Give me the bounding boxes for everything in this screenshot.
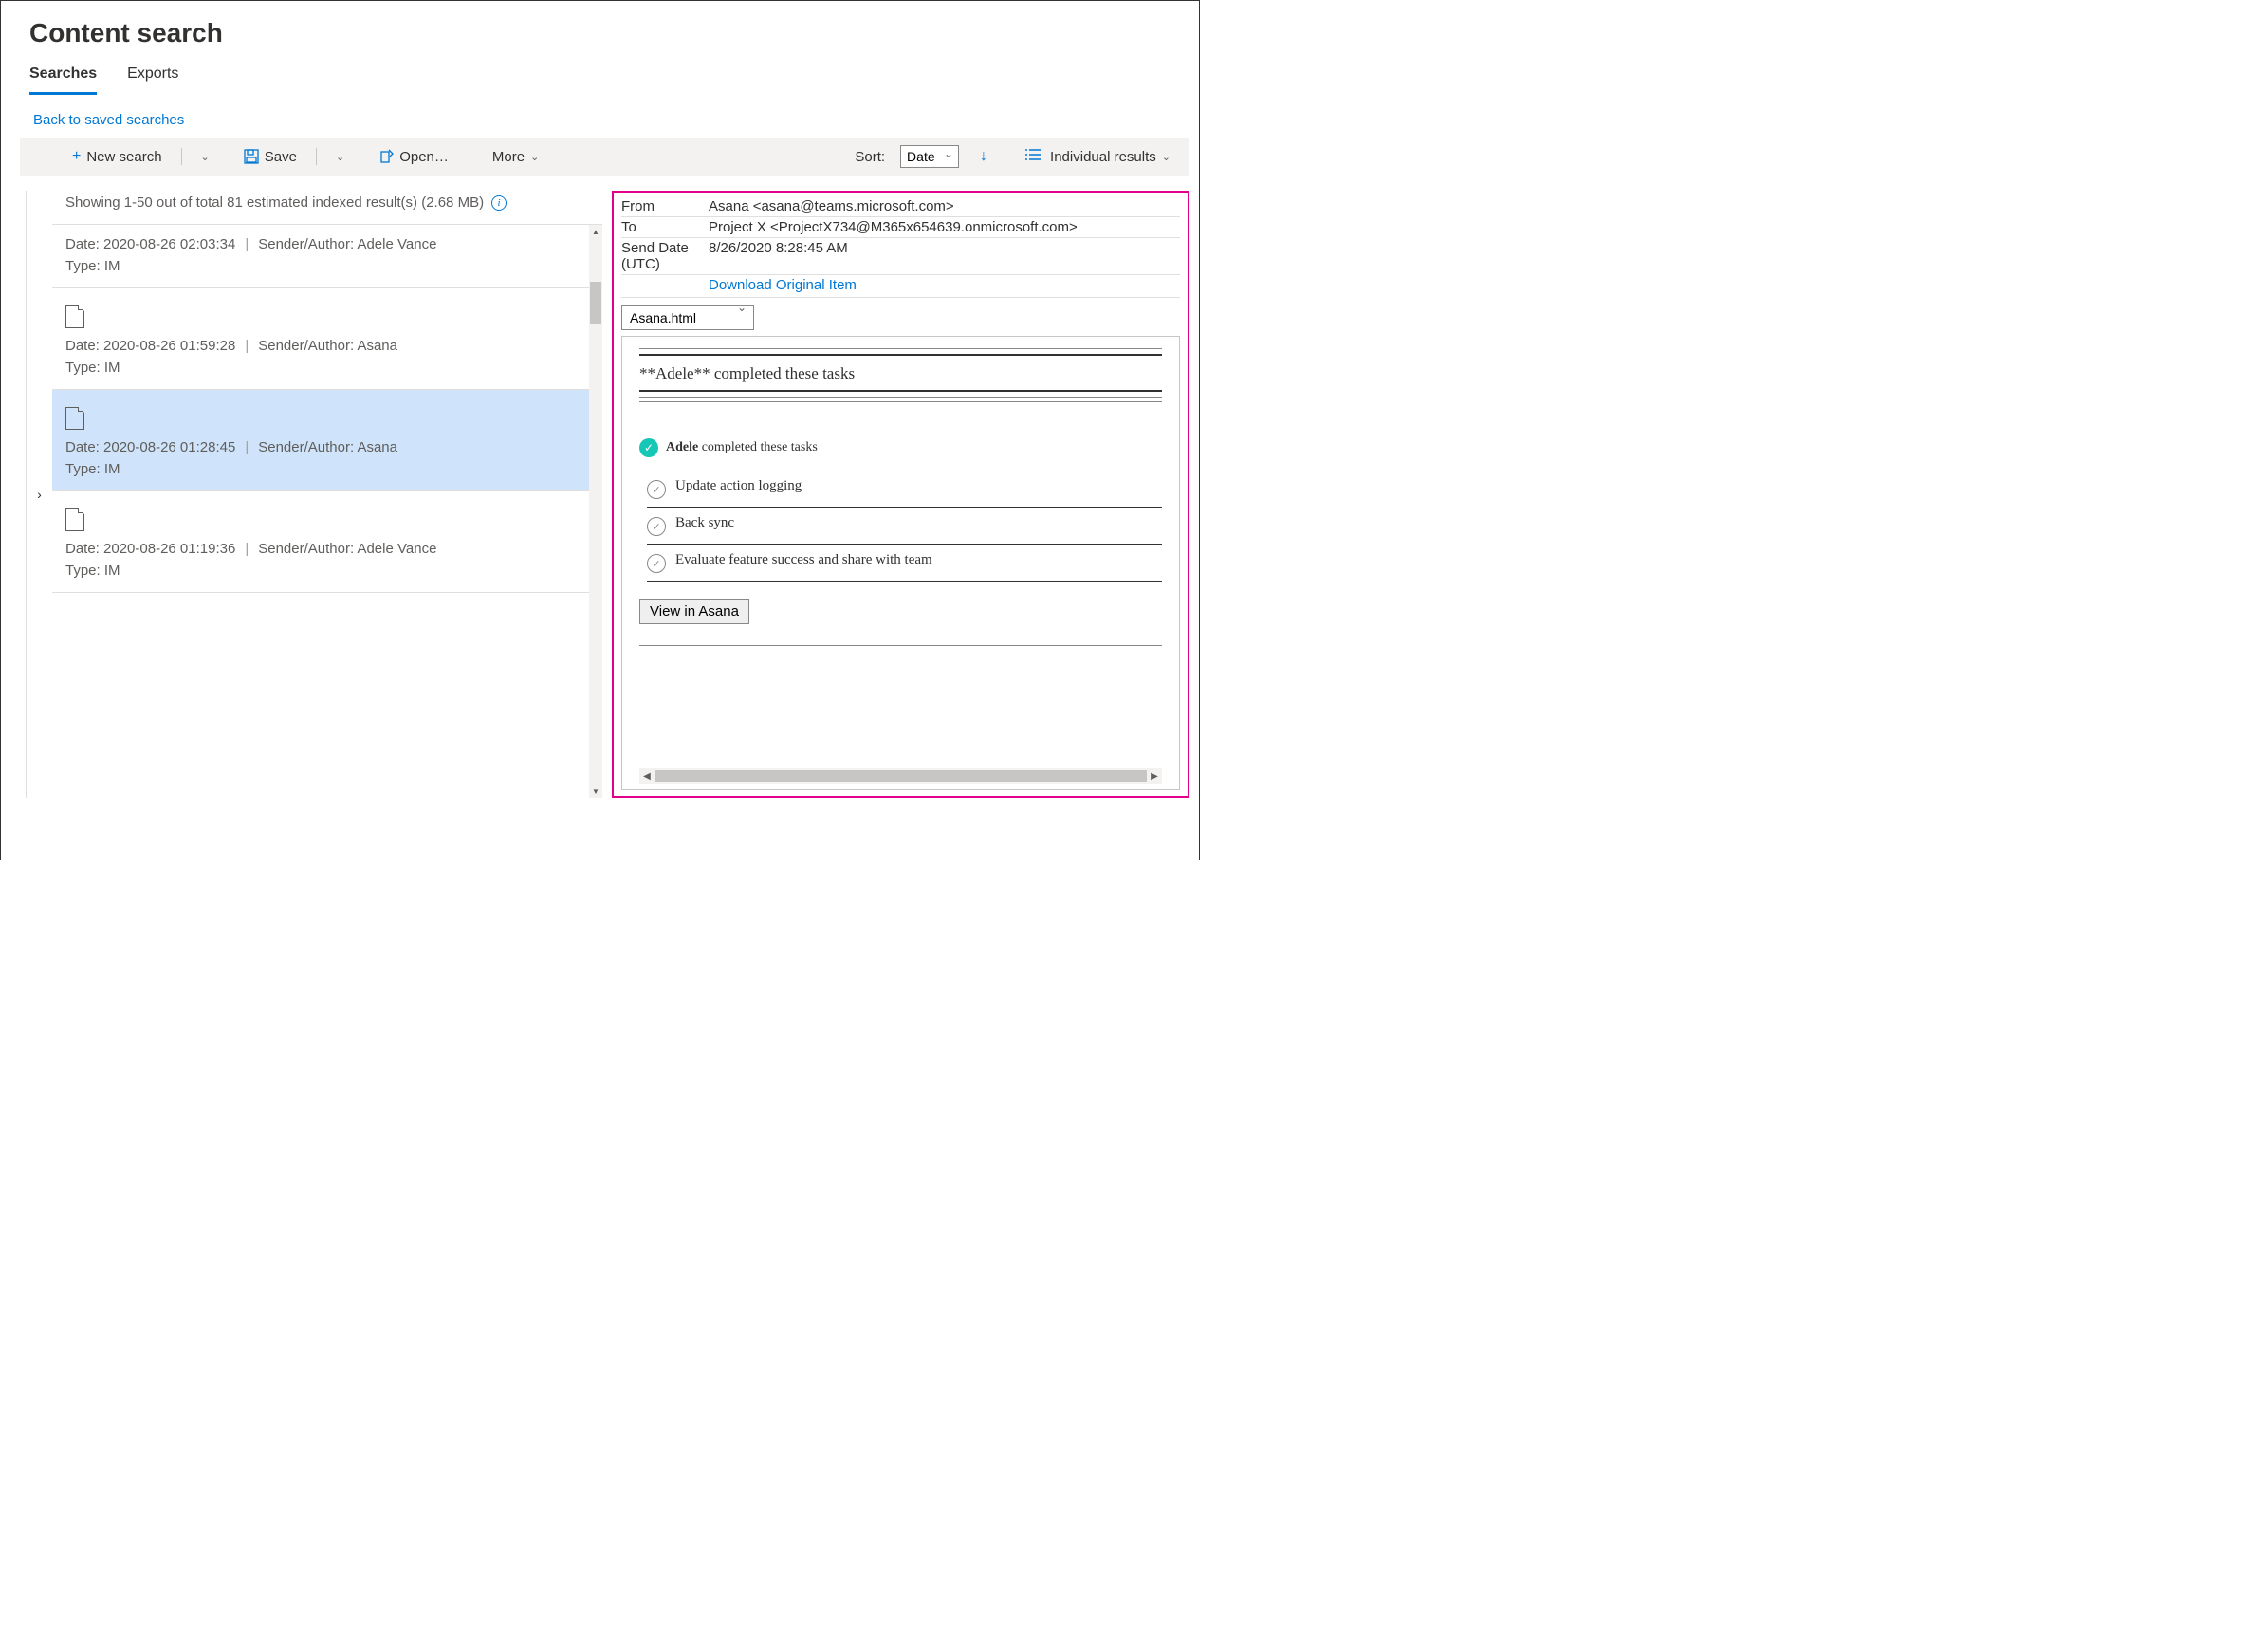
meta-from-value: Asana <asana@teams.microsoft.com> bbox=[709, 198, 1180, 214]
result-item[interactable]: Date: 2020-08-26 02:03:34|Sender/Author:… bbox=[52, 225, 602, 288]
new-search-button[interactable]: + New search bbox=[72, 148, 162, 165]
divider bbox=[639, 397, 1162, 398]
result-item[interactable]: Date: 2020-08-26 01:59:28|Sender/Author:… bbox=[52, 288, 602, 390]
back-to-saved-link[interactable]: Back to saved searches bbox=[33, 112, 184, 128]
page-title: Content search bbox=[29, 18, 1199, 48]
plus-icon: + bbox=[72, 148, 81, 165]
task-label: Back sync bbox=[675, 515, 734, 531]
message-preview: **Adele** completed these tasks ✓ Adele … bbox=[621, 336, 1180, 790]
meta-date-label: Send Date (UTC) bbox=[621, 240, 709, 272]
check-circle-icon: ✓ bbox=[647, 480, 666, 499]
save-button[interactable]: Save bbox=[244, 149, 297, 165]
more-label: More bbox=[492, 149, 525, 165]
result-list: Date: 2020-08-26 02:03:34|Sender/Author:… bbox=[52, 225, 602, 798]
check-circle-icon: ✓ bbox=[647, 517, 666, 536]
task-row: ✓ Update action logging bbox=[647, 471, 1162, 508]
list-icon bbox=[1025, 148, 1041, 165]
open-button[interactable]: Open… bbox=[378, 149, 449, 165]
result-type-line: Type: IM bbox=[65, 563, 589, 579]
divider bbox=[639, 401, 1162, 402]
left-gutter: › bbox=[26, 191, 52, 798]
check-complete-icon: ✓ bbox=[639, 438, 658, 457]
sort-label: Sort: bbox=[855, 149, 885, 165]
toolbar-divider bbox=[316, 148, 317, 165]
file-icon bbox=[65, 305, 83, 328]
task-row: ✓ Evaluate feature success and share with… bbox=[647, 545, 1162, 582]
results-column: Showing 1-50 out of total 81 estimated i… bbox=[52, 191, 602, 798]
result-type-line: Type: IM bbox=[65, 360, 589, 376]
scroll-thumb[interactable] bbox=[590, 282, 601, 324]
task-row: ✓ Back sync bbox=[647, 508, 1162, 545]
chevron-down-icon: ⌄ bbox=[1162, 151, 1171, 163]
task-list: ✓ Update action logging ✓ Back sync ✓ Evaluat… bbox=[639, 471, 1162, 582]
open-label: Open… bbox=[399, 149, 449, 165]
scroll-up-button[interactable]: ▲ bbox=[589, 225, 602, 238]
content-area: › Showing 1-50 out of total 81 estimated… bbox=[26, 191, 1199, 798]
card-header-text: Adele completed these tasks bbox=[666, 440, 818, 455]
scroll-left-button[interactable]: ◀ bbox=[639, 771, 655, 782]
card-header: ✓ Adele completed these tasks bbox=[639, 438, 1162, 457]
divider bbox=[639, 354, 1162, 356]
vertical-scrollbar[interactable]: ▲ ▼ bbox=[589, 225, 602, 798]
file-icon bbox=[65, 407, 83, 430]
attachment-select[interactable]: Asana.html bbox=[621, 305, 754, 330]
save-label: Save bbox=[265, 149, 297, 165]
view-mode-label: Individual results bbox=[1050, 149, 1156, 165]
save-icon bbox=[244, 149, 259, 164]
h-scroll-thumb[interactable] bbox=[655, 770, 1147, 782]
result-meta-line: Date: 2020-08-26 01:19:36|Sender/Author:… bbox=[65, 541, 589, 557]
meta-date-value: 8/26/2020 8:28:45 AM bbox=[709, 240, 1180, 272]
check-circle-icon: ✓ bbox=[647, 554, 666, 573]
horizontal-scrollbar[interactable]: ◀ ▶ bbox=[639, 768, 1162, 784]
result-type-line: Type: IM bbox=[65, 258, 589, 274]
tab-exports[interactable]: Exports bbox=[127, 56, 178, 95]
meta-to-value: Project X <ProjectX734@M365x654639.onmic… bbox=[709, 219, 1180, 235]
tab-searches[interactable]: Searches bbox=[29, 56, 97, 95]
detail-panel: From Asana <asana@teams.microsoft.com> T… bbox=[612, 191, 1189, 798]
scroll-down-button[interactable]: ▼ bbox=[589, 785, 602, 798]
scroll-right-button[interactable]: ▶ bbox=[1147, 771, 1162, 782]
open-icon bbox=[378, 149, 394, 164]
preview-heading: **Adele** completed these tasks bbox=[639, 364, 1162, 383]
sort-direction-icon[interactable]: ↓ bbox=[980, 148, 987, 165]
task-label: Evaluate feature success and share with … bbox=[675, 552, 932, 568]
result-item[interactable]: Date: 2020-08-26 01:28:45|Sender/Author:… bbox=[52, 390, 602, 491]
meta-from-label: From bbox=[621, 198, 709, 214]
sort-select[interactable]: Date bbox=[900, 145, 959, 168]
tab-bar: Searches Exports bbox=[29, 56, 1199, 95]
chevron-down-icon[interactable]: ⌄ bbox=[201, 151, 210, 163]
file-icon bbox=[65, 508, 83, 531]
toolbar: + New search ⌄ Save ⌄ Open… More ⌄ Sort:… bbox=[20, 138, 1189, 176]
info-icon[interactable]: i bbox=[491, 195, 507, 211]
new-search-label: New search bbox=[86, 149, 161, 165]
result-type-line: Type: IM bbox=[65, 461, 589, 477]
chevron-down-icon: ⌄ bbox=[530, 151, 539, 163]
download-original-link[interactable]: Download Original Item bbox=[621, 275, 1180, 298]
meta-from-row: From Asana <asana@teams.microsoft.com> bbox=[621, 196, 1180, 217]
results-status: Showing 1-50 out of total 81 estimated i… bbox=[52, 191, 602, 225]
result-meta-line: Date: 2020-08-26 01:59:28|Sender/Author:… bbox=[65, 338, 589, 354]
more-button[interactable]: More ⌄ bbox=[492, 149, 539, 165]
divider bbox=[639, 348, 1162, 349]
task-label: Update action logging bbox=[675, 478, 802, 494]
meta-date-row: Send Date (UTC) 8/26/2020 8:28:45 AM bbox=[621, 238, 1180, 275]
result-meta-line: Date: 2020-08-26 02:03:34|Sender/Author:… bbox=[65, 236, 589, 252]
status-text: Showing 1-50 out of total 81 estimated i… bbox=[65, 194, 484, 211]
scroll-track[interactable] bbox=[589, 238, 602, 785]
view-mode-button[interactable]: Individual results ⌄ bbox=[1025, 148, 1171, 165]
divider bbox=[639, 645, 1162, 646]
view-in-asana-button[interactable]: View in Asana bbox=[639, 599, 749, 624]
result-meta-line: Date: 2020-08-26 01:28:45|Sender/Author:… bbox=[65, 439, 589, 455]
meta-to-row: To Project X <ProjectX734@M365x654639.on… bbox=[621, 217, 1180, 238]
toolbar-divider bbox=[181, 148, 182, 165]
expand-chevron-icon[interactable]: › bbox=[37, 487, 42, 502]
chevron-down-icon[interactable]: ⌄ bbox=[336, 151, 344, 163]
meta-to-label: To bbox=[621, 219, 709, 235]
divider bbox=[639, 390, 1162, 392]
result-item[interactable]: Date: 2020-08-26 01:19:36|Sender/Author:… bbox=[52, 491, 602, 593]
